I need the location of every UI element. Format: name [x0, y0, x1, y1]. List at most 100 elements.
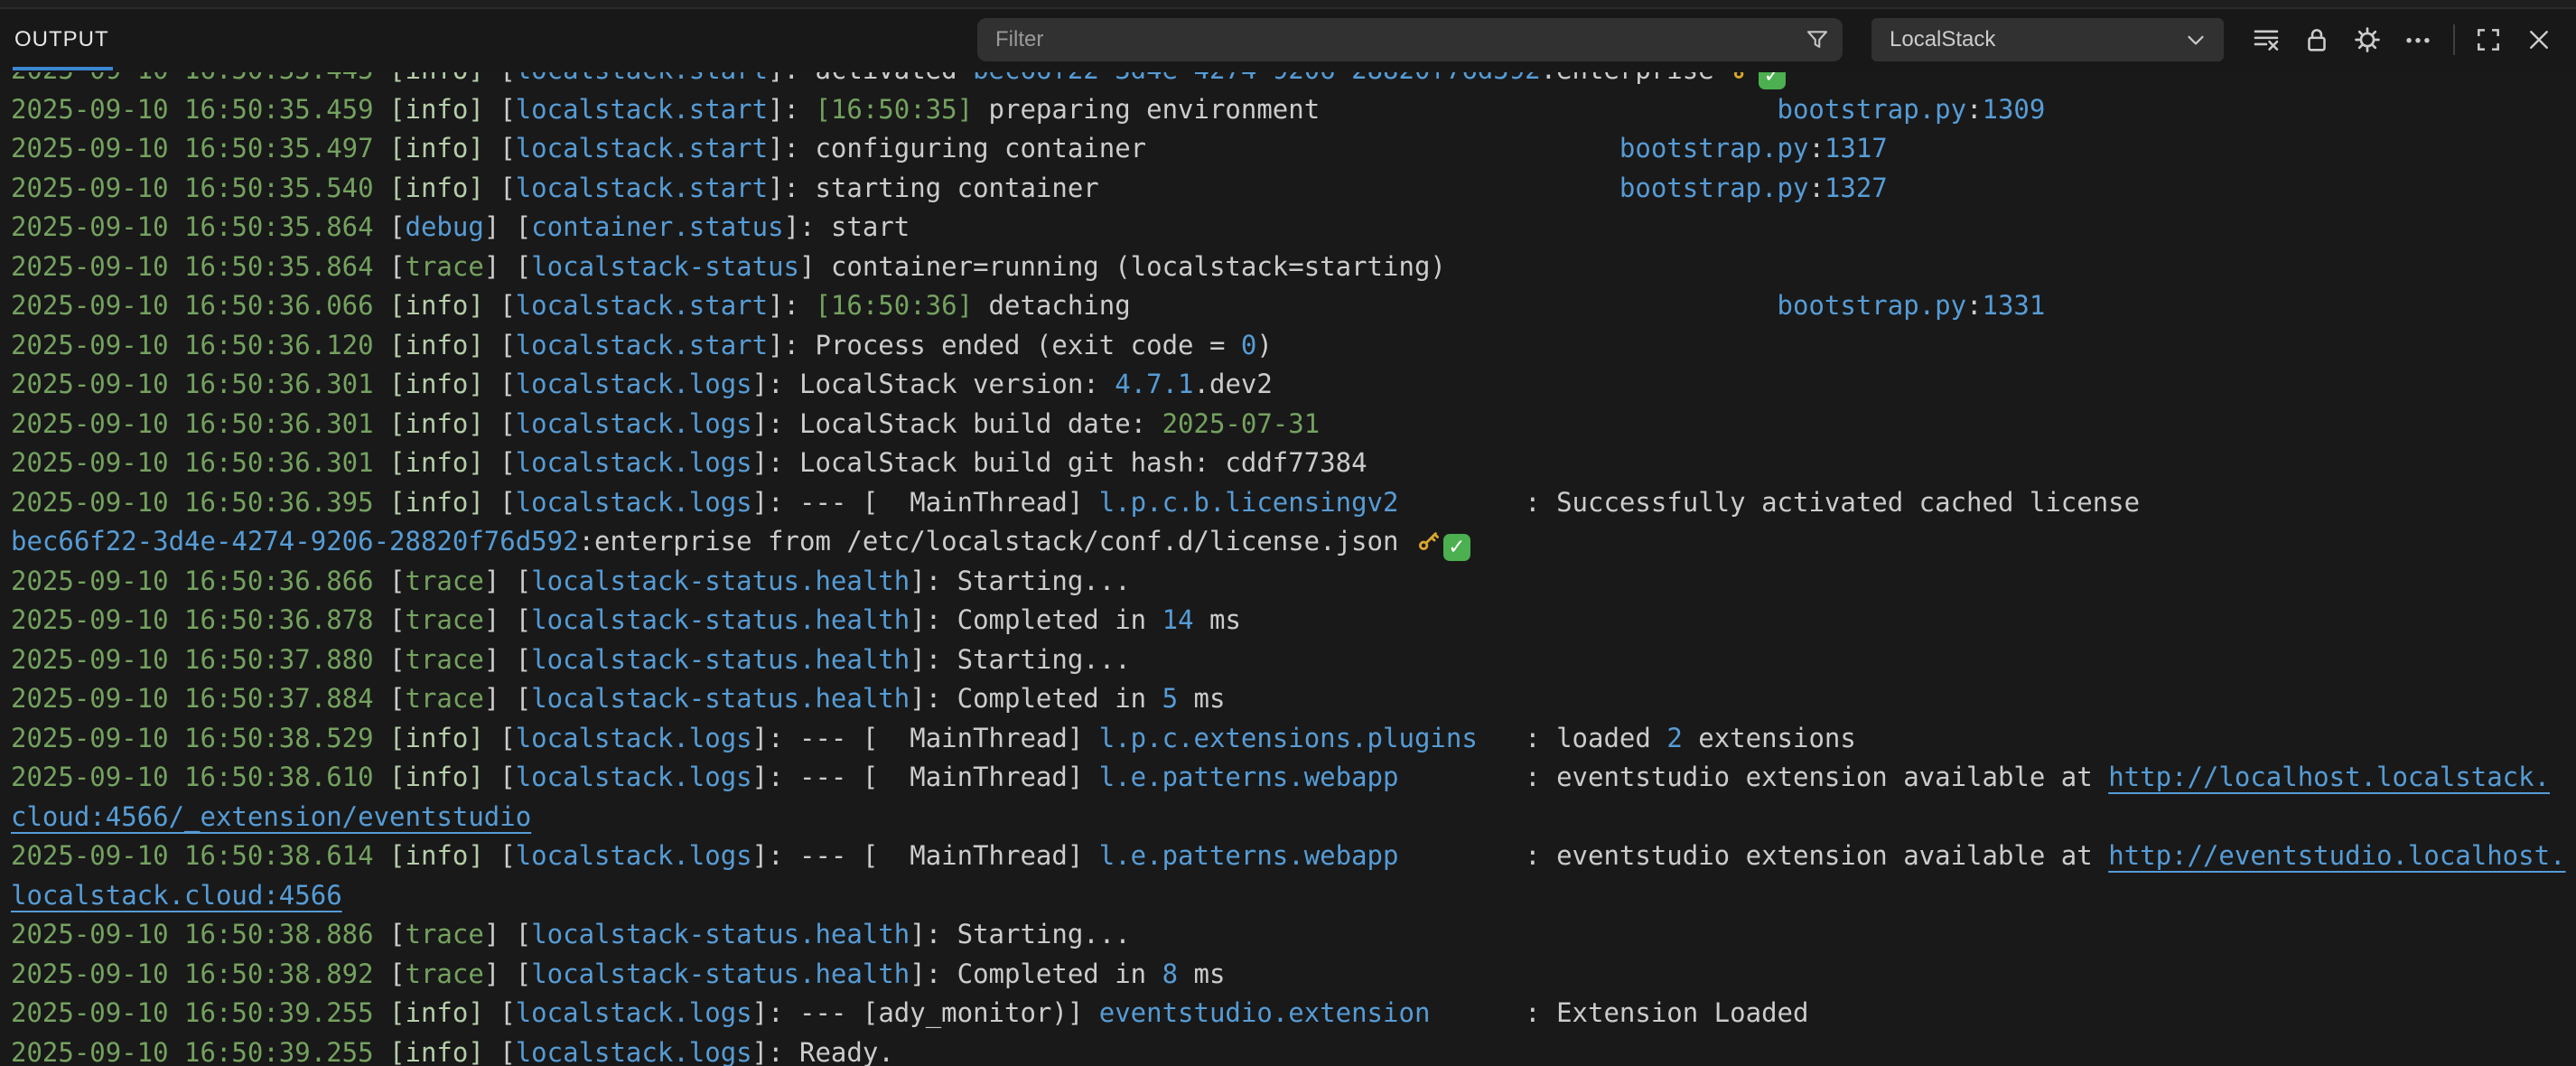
log-text: ]:	[784, 211, 831, 242]
expand-icon	[2474, 25, 2503, 54]
filter-field	[977, 18, 1843, 61]
log-text: 2025-09-10 16:50:37.880	[11, 644, 389, 675]
log-text: 0	[1241, 330, 1256, 360]
log-text: bec66f22-3d4e-4274-9206-28820f76d592	[973, 72, 1541, 85]
filter-input[interactable]	[977, 18, 1843, 61]
log-text: ]:	[752, 369, 799, 399]
log-line: 2025-09-10 16:50:36.301 [info] [localsta…	[11, 365, 2576, 405]
log-text: preparing environment	[973, 94, 1320, 125]
log-text: 2025-09-10 16:50:36.120	[11, 330, 389, 360]
log-link[interactable]: http://localhost.localstack.	[2108, 762, 2550, 792]
log-text: configuring container	[815, 133, 1146, 164]
log-padding	[1398, 487, 1525, 518]
log-line: bec66f22-3d4e-4274-9206-28820f76d592:ent…	[11, 522, 2576, 562]
log-text: [	[499, 408, 515, 439]
log-text: 2025-09-10 16:50:36.395	[11, 487, 389, 518]
output-panel-header: OUTPUT LocalStack	[0, 9, 2576, 70]
log-link[interactable]: cloud:4566/_extension/eventstudio	[11, 801, 531, 832]
log-text: [	[516, 211, 531, 242]
log-text: [16:50:36]	[815, 290, 973, 321]
log-text: --- [ MainThread]	[799, 762, 1099, 792]
log-text: ]:	[768, 290, 815, 321]
log-text: localstack.start	[516, 173, 768, 203]
log-text: localstack.logs	[516, 447, 752, 478]
log-text: [info]	[389, 133, 499, 164]
log-line: 2025-09-10 16:50:35.459 [info] [localsta…	[11, 90, 2576, 130]
log-text: [	[516, 251, 531, 282]
lock-icon	[2301, 24, 2332, 55]
log-line: 2025-09-10 16:50:38.892 [trace] [localst…	[11, 955, 2576, 995]
log-lines-container: 2025-09-10 16:50:35.445 [info] [localsta…	[0, 72, 2576, 1066]
close-icon	[2525, 26, 2553, 53]
log-text: 4.7.1	[1115, 369, 1193, 399]
log-padding	[1398, 762, 1525, 792]
log-text: 2025-09-10 16:50:36.866	[11, 566, 389, 596]
filter-options-button[interactable]	[1801, 24, 1834, 55]
log-text: bec66f22-3d4e-4274-9206-28820f76d592	[11, 526, 579, 556]
log-text: [	[499, 487, 515, 518]
more-actions-button[interactable]	[2401, 23, 2435, 57]
ellipsis-icon	[2403, 24, 2433, 55]
log-text: [	[389, 604, 405, 635]
log-text: ]:	[752, 487, 799, 518]
log-line: 2025-09-10 16:50:35.864 [trace] [localst…	[11, 248, 2576, 287]
log-text: [	[499, 447, 515, 478]
log-text: ]:	[910, 644, 957, 675]
log-text: localstack-status.health	[531, 683, 910, 714]
log-text: :enterprise from /etc/localstack/conf.d/…	[579, 526, 1414, 556]
log-line: 2025-09-10 16:50:39.255 [info] [localsta…	[11, 994, 2576, 1033]
log-text: l.e.patterns.webapp	[1099, 840, 1399, 871]
log-link[interactable]: http://eventstudio.localhost.	[2108, 840, 2565, 871]
settings-button[interactable]	[2350, 23, 2385, 57]
log-text: Completed in	[957, 958, 1162, 989]
log-text: [info]	[389, 487, 499, 518]
log-text: ]:	[910, 683, 957, 714]
close-panel-button[interactable]	[2522, 23, 2556, 57]
log-text: ]	[484, 566, 516, 596]
clear-output-button[interactable]	[2249, 23, 2283, 57]
key-emoji	[1730, 72, 1757, 83]
log-text: [	[499, 1037, 515, 1066]
log-text: --- [ MainThread]	[799, 487, 1099, 518]
log-line: 2025-09-10 16:50:35.540 [info] [localsta…	[11, 169, 2576, 209]
log-text: localstack-status.health	[531, 566, 910, 596]
log-text: trace	[406, 644, 484, 675]
lock-scroll-button[interactable]	[2300, 23, 2334, 57]
tab-output[interactable]: OUTPUT	[13, 9, 113, 70]
log-link[interactable]: localstack.cloud:4566	[11, 880, 342, 911]
log-text: start	[831, 211, 910, 242]
log-text: 2025-09-10 16:50:38.610	[11, 762, 389, 792]
log-padding	[1430, 997, 1525, 1028]
log-text: [	[389, 566, 405, 596]
log-line: 2025-09-10 16:50:39.255 [info] [localsta…	[11, 1033, 2576, 1066]
log-padding	[1398, 840, 1525, 871]
log-text: [info]	[389, 723, 499, 753]
maximize-panel-button[interactable]	[2471, 23, 2506, 57]
log-text: Ready.	[799, 1037, 894, 1066]
log-text: localstack.logs	[516, 997, 752, 1028]
log-text: ]:	[752, 997, 799, 1028]
log-line: 2025-09-10 16:50:36.066 [info] [localsta…	[11, 286, 2576, 326]
log-text: Completed in	[957, 683, 1162, 714]
channel-select[interactable]: LocalStack	[1871, 18, 2224, 61]
log-text: localstack-status.health	[531, 958, 910, 989]
log-text: [	[516, 604, 531, 635]
log-text: .dev2	[1194, 369, 1273, 399]
filter-icon	[1804, 26, 1831, 53]
log-text: 2025-09-10 16:50:35.497	[11, 133, 389, 164]
log-text: ]:	[752, 840, 799, 871]
log-text: --- [ MainThread]	[799, 723, 1099, 753]
log-padding	[1146, 133, 1619, 164]
log-text: ]:	[768, 72, 815, 85]
log-text: [	[499, 762, 515, 792]
log-text: localstack-status.health	[531, 644, 910, 675]
log-text: [	[499, 369, 515, 399]
log-text: l.e.patterns.webapp	[1099, 762, 1399, 792]
log-text: 2025-09-10 16:50:36.301	[11, 447, 389, 478]
log-text: ]:	[768, 330, 815, 360]
log-output[interactable]: 2025-09-10 16:50:35.445 [info] [localsta…	[0, 72, 2576, 1066]
log-text: [	[499, 173, 515, 203]
log-text: 2025-09-10 16:50:35.540	[11, 173, 389, 203]
log-text: [info]	[389, 94, 499, 125]
log-text: : eventstudio extension available at	[1525, 840, 2108, 871]
